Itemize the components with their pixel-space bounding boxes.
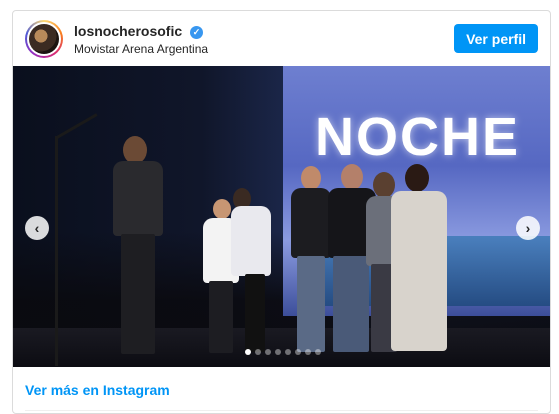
stage-floor — [13, 328, 550, 367]
carousel-dots — [244, 349, 321, 355]
carousel-dot[interactable] — [314, 349, 321, 355]
chevron-left-icon[interactable]: ‹ — [25, 216, 49, 240]
location[interactable]: Movistar Arena Argentina — [74, 42, 208, 56]
carousel-dot[interactable] — [294, 349, 301, 355]
avatar-image — [29, 24, 59, 54]
post-header: losnocherosofic ✓ Movistar Arena Argenti… — [13, 11, 550, 67]
carousel-dot[interactable] — [304, 349, 311, 355]
divider — [25, 410, 538, 411]
post-media[interactable]: NOCHE ‹ › — [13, 66, 550, 367]
carousel-dot[interactable] — [244, 349, 251, 355]
chevron-right-icon[interactable]: › — [516, 216, 540, 240]
carousel-dot[interactable] — [254, 349, 261, 355]
verified-badge-icon: ✓ — [190, 26, 204, 39]
carousel-dot[interactable] — [264, 349, 271, 355]
username[interactable]: losnocherosofic ✓ — [74, 23, 204, 39]
view-more-instagram-link[interactable]: Ver más en Instagram — [25, 382, 170, 398]
instagram-embed: losnocherosofic ✓ Movistar Arena Argenti… — [12, 10, 551, 414]
view-profile-button[interactable]: Ver perfil — [454, 24, 538, 53]
carousel-dot[interactable] — [284, 349, 291, 355]
avatar[interactable] — [25, 20, 63, 58]
username-text[interactable]: losnocherosofic — [74, 23, 182, 39]
mic-stand — [55, 136, 58, 366]
carousel-dot[interactable] — [274, 349, 281, 355]
screen-text: NOCHE — [315, 107, 521, 167]
